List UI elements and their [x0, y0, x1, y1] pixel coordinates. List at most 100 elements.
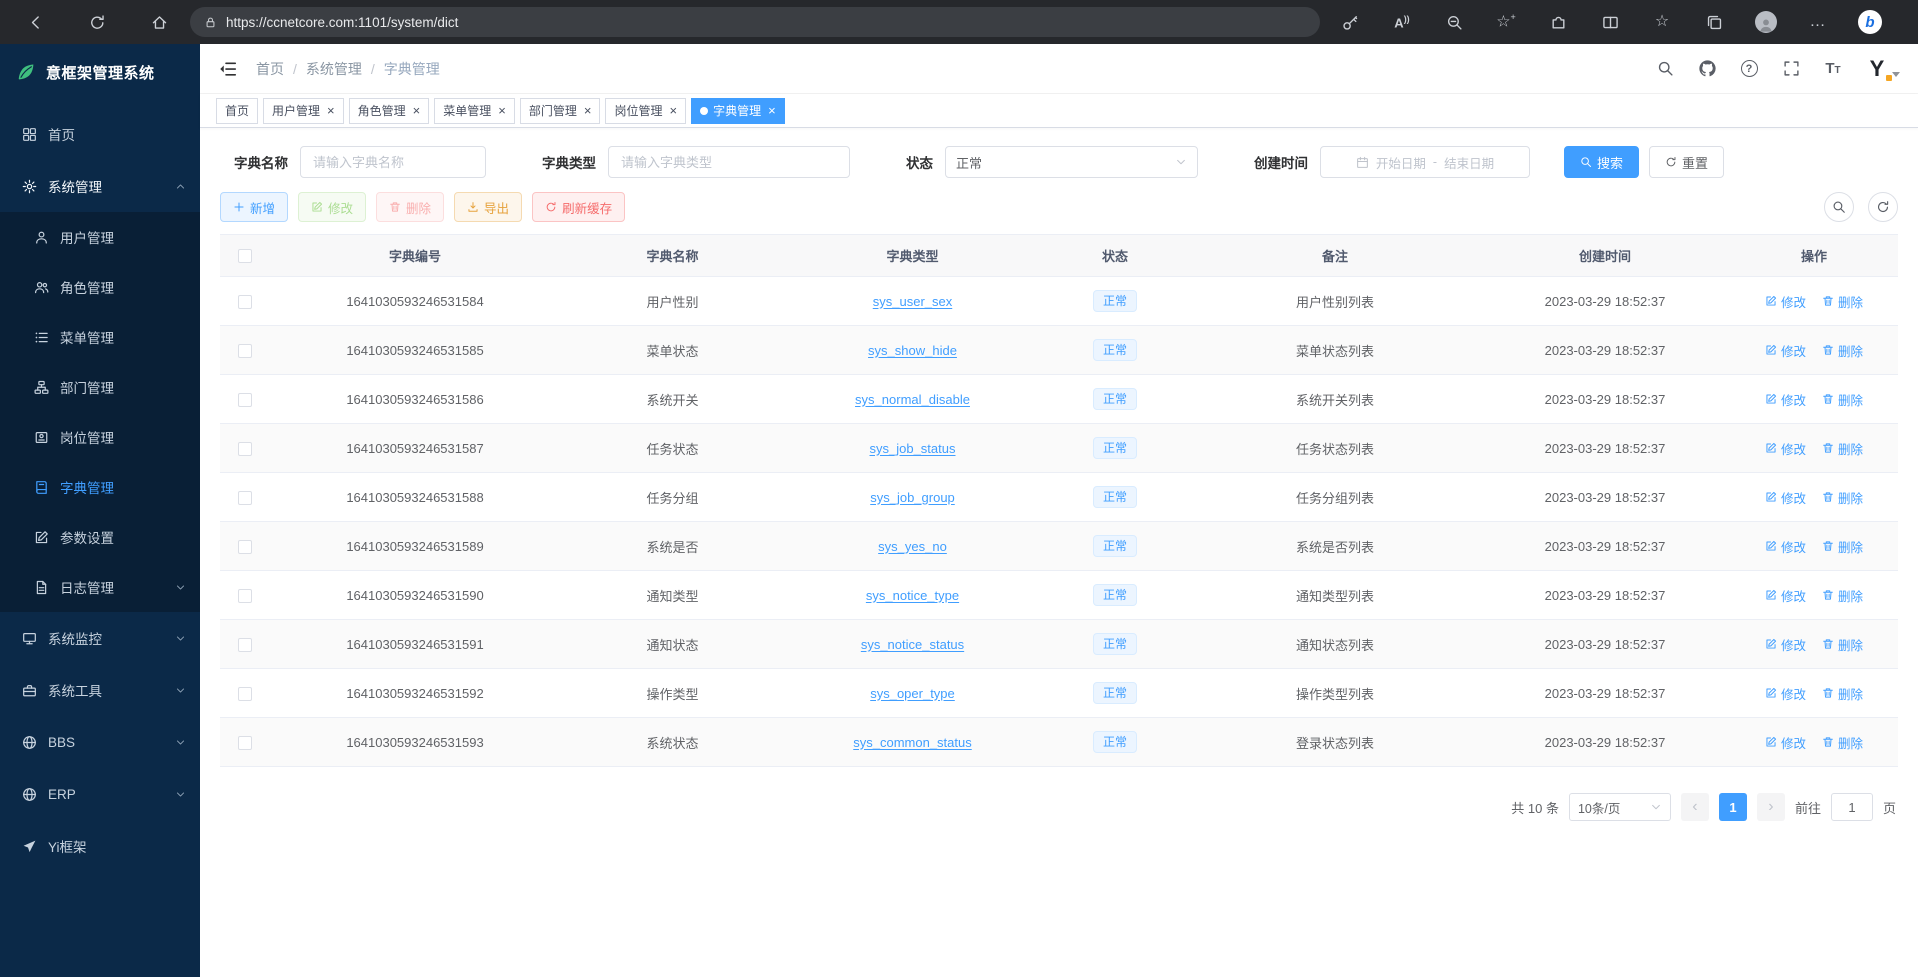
sidebar-item-erp[interactable]: ERP [0, 768, 200, 820]
navbar-search-button[interactable] [1654, 58, 1676, 80]
sidebar-item-dept[interactable]: 部门管理 [0, 362, 200, 412]
dict-type-link[interactable]: sys_notice_status [861, 637, 964, 652]
sidebar-item-menu[interactable]: 菜单管理 [0, 312, 200, 362]
dict-type-link[interactable]: sys_user_sex [873, 294, 952, 309]
navbar-github-button[interactable] [1696, 58, 1718, 80]
reset-button[interactable]: 重置 [1649, 146, 1724, 178]
dict-type-link[interactable]: sys_notice_type [866, 588, 959, 603]
tab-close-icon[interactable]: × [584, 104, 592, 117]
sidebar-item-yiframe[interactable]: Yi框架 [0, 820, 200, 872]
next-page-button[interactable]: › [1757, 793, 1785, 821]
row-delete-button[interactable]: 删除 [1822, 390, 1863, 409]
row-delete-button[interactable]: 删除 [1822, 537, 1863, 556]
dict-type-link[interactable]: sys_job_status [870, 441, 956, 456]
row-checkbox[interactable] [238, 736, 252, 750]
browser-split-screen-button[interactable] [1588, 4, 1632, 40]
user-avatar-logo[interactable]: Y [1864, 56, 1890, 82]
edit-button[interactable]: 修改 [298, 192, 366, 222]
row-delete-button[interactable]: 删除 [1822, 341, 1863, 360]
search-button[interactable]: 搜索 [1564, 146, 1639, 178]
browser-collections-button[interactable] [1692, 4, 1736, 40]
page-size-select[interactable]: 10条/页 [1569, 793, 1671, 821]
dict-type-link[interactable]: sys_normal_disable [855, 392, 970, 407]
browser-favorite-add-button[interactable]: ☆+ [1484, 4, 1528, 40]
row-edit-button[interactable]: 修改 [1765, 684, 1806, 703]
tab-close-icon[interactable]: × [669, 104, 677, 117]
browser-key-button[interactable] [1328, 4, 1372, 40]
browser-bing-button[interactable]: b [1848, 4, 1892, 40]
row-edit-button[interactable]: 修改 [1765, 586, 1806, 605]
row-delete-button[interactable]: 删除 [1822, 439, 1863, 458]
row-delete-button[interactable]: 删除 [1822, 635, 1863, 654]
browser-zoom-out-button[interactable] [1432, 4, 1476, 40]
row-edit-button[interactable]: 修改 [1765, 488, 1806, 507]
dict-type-link[interactable]: sys_yes_no [878, 539, 947, 554]
row-edit-button[interactable]: 修改 [1765, 439, 1806, 458]
browser-back-button[interactable] [12, 4, 58, 40]
browser-home-button[interactable] [136, 4, 182, 40]
browser-profile-button[interactable] [1744, 4, 1788, 40]
row-delete-button[interactable]: 删除 [1822, 488, 1863, 507]
status-select[interactable]: 正常 [945, 146, 1198, 178]
delete-button[interactable]: 删除 [376, 192, 444, 222]
sidebar-item-system[interactable]: 系统管理 [0, 160, 200, 212]
dict-type-input[interactable] [608, 146, 850, 178]
user-menu[interactable]: Y [1864, 56, 1900, 82]
tab-menu[interactable]: 菜单管理× [434, 98, 515, 124]
current-page-button[interactable]: 1 [1719, 793, 1747, 821]
dict-type-link[interactable]: sys_show_hide [868, 343, 957, 358]
browser-reload-button[interactable] [74, 4, 120, 40]
export-button[interactable]: 导出 [454, 192, 522, 222]
row-checkbox[interactable] [238, 687, 252, 701]
sidebar-item-config[interactable]: 参数设置 [0, 512, 200, 562]
add-button[interactable]: 新增 [220, 192, 288, 222]
sidebar-item-user[interactable]: 用户管理 [0, 212, 200, 262]
sidebar-item-monitor[interactable]: 系统监控 [0, 612, 200, 664]
tab-close-icon[interactable]: × [498, 104, 506, 117]
refresh-table-button[interactable] [1868, 192, 1898, 222]
row-edit-button[interactable]: 修改 [1765, 635, 1806, 654]
tab-post[interactable]: 岗位管理× [605, 98, 686, 124]
browser-read-aloud-button[interactable]: A)) [1380, 4, 1424, 40]
sidebar-item-post[interactable]: 岗位管理 [0, 412, 200, 462]
refresh-cache-button[interactable]: 刷新缓存 [532, 192, 625, 222]
hamburger-icon[interactable] [218, 59, 238, 79]
address-bar[interactable]: https://ccnetcore.com:1101/system/dict [190, 7, 1320, 37]
browser-extensions-button[interactable] [1536, 4, 1580, 40]
tab-home[interactable]: 首页 [216, 98, 258, 124]
app-logo[interactable]: 意框架管理系统 [0, 44, 200, 100]
date-range-picker[interactable]: 开始日期 - 结束日期 [1320, 146, 1530, 178]
tab-user[interactable]: 用户管理× [263, 98, 344, 124]
sidebar-item-log[interactable]: 日志管理 [0, 562, 200, 612]
sidebar-item-bbs[interactable]: BBS [0, 716, 200, 768]
tab-dept[interactable]: 部门管理× [520, 98, 601, 124]
row-edit-button[interactable]: 修改 [1765, 537, 1806, 556]
row-checkbox[interactable] [238, 344, 252, 358]
tab-close-icon[interactable]: × [413, 104, 421, 117]
browser-more-button[interactable]: … [1796, 4, 1840, 40]
breadcrumb-item[interactable]: 首页 [256, 59, 284, 79]
row-checkbox[interactable] [238, 295, 252, 309]
toggle-search-button[interactable] [1824, 192, 1854, 222]
goto-page-input[interactable] [1831, 793, 1873, 821]
browser-favorites-bar-button[interactable]: ☆ [1640, 4, 1684, 40]
row-checkbox[interactable] [238, 393, 252, 407]
row-checkbox[interactable] [238, 540, 252, 554]
prev-page-button[interactable]: ‹ [1681, 793, 1709, 821]
row-edit-button[interactable]: 修改 [1765, 341, 1806, 360]
row-delete-button[interactable]: 删除 [1822, 586, 1863, 605]
row-checkbox[interactable] [238, 442, 252, 456]
row-edit-button[interactable]: 修改 [1765, 733, 1806, 752]
dict-type-link[interactable]: sys_common_status [853, 735, 972, 750]
tab-dict[interactable]: 字典管理× [691, 98, 785, 124]
navbar-font-size-button[interactable]: TT [1822, 58, 1844, 80]
row-delete-button[interactable]: 删除 [1822, 292, 1863, 311]
row-delete-button[interactable]: 删除 [1822, 733, 1863, 752]
navbar-question-button[interactable]: ? [1738, 58, 1760, 80]
row-checkbox[interactable] [238, 491, 252, 505]
dict-type-link[interactable]: sys_job_group [870, 490, 955, 505]
row-checkbox[interactable] [238, 589, 252, 603]
row-edit-button[interactable]: 修改 [1765, 292, 1806, 311]
navbar-fullscreen-button[interactable] [1780, 58, 1802, 80]
dict-name-input[interactable] [300, 146, 486, 178]
